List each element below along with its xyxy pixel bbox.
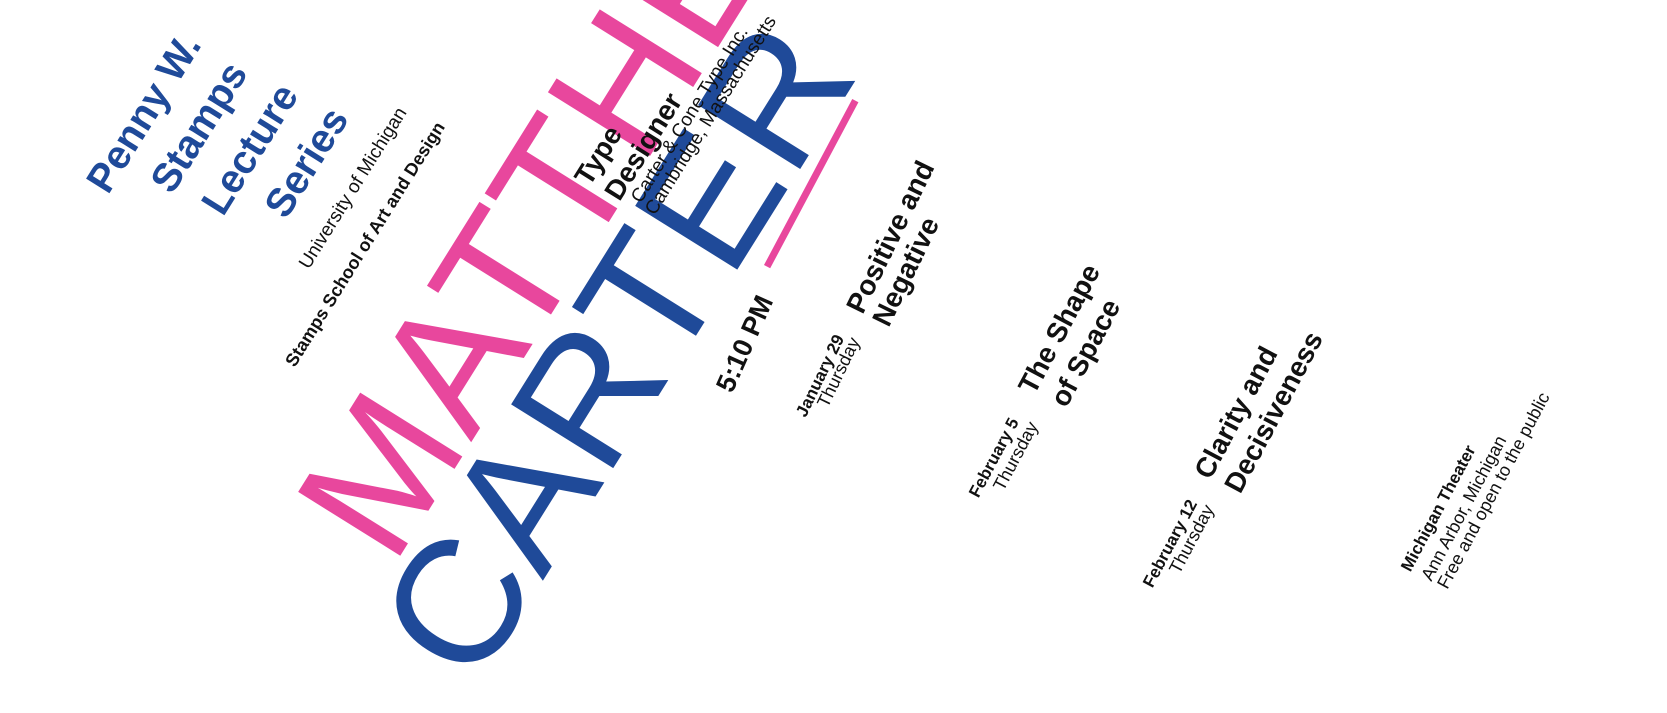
lecture-poster: Penny W. Stamps Lecture Series Universit… [0, 0, 1667, 713]
